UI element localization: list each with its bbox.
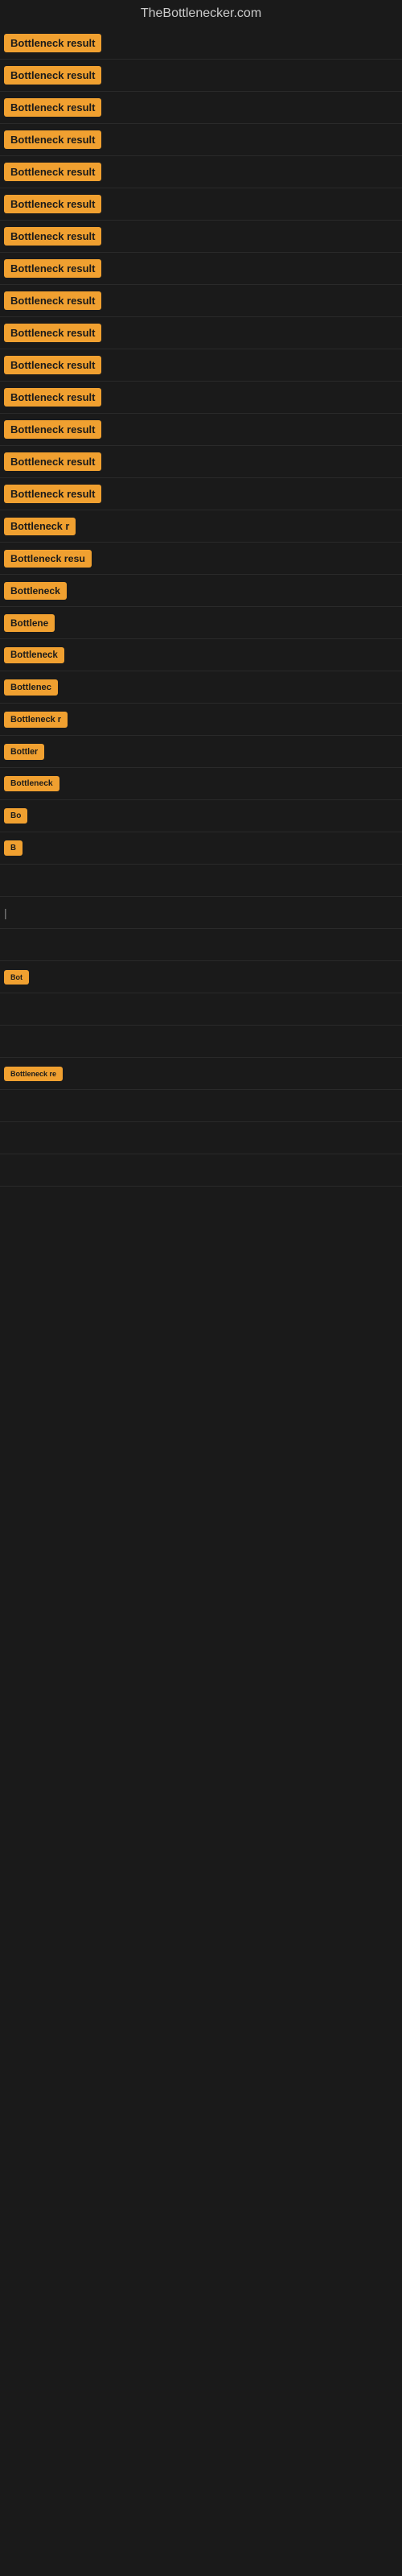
bottleneck-badge-33[interactable]: Bottleneck re (4, 1067, 63, 1081)
bottleneck-row-25: Bo (0, 800, 402, 832)
bottleneck-badge-22[interactable]: Bottleneck r (4, 712, 68, 728)
bottleneck-row-34 (0, 1090, 402, 1122)
bottleneck-row-21: Bottlenec (0, 671, 402, 704)
bottleneck-badge-25[interactable]: Bo (4, 808, 27, 824)
bottleneck-badge-21[interactable]: Bottlenec (4, 679, 58, 696)
bottleneck-row-7: Bottleneck result (0, 221, 402, 253)
bottleneck-row-10: Bottleneck result (0, 317, 402, 349)
bottleneck-row-2: Bottleneck result (0, 60, 402, 92)
bottleneck-badge-1[interactable]: Bottleneck result (4, 34, 101, 52)
bottleneck-badge-11[interactable]: Bottleneck result (4, 356, 101, 374)
bottleneck-badge-10[interactable]: Bottleneck result (4, 324, 101, 342)
bottleneck-badge-12[interactable]: Bottleneck result (4, 388, 101, 407)
bottleneck-row-23: Bottler (0, 736, 402, 768)
bottleneck-row-14: Bottleneck result (0, 446, 402, 478)
bottleneck-badge-16[interactable]: Bottleneck r (4, 518, 76, 535)
bottleneck-badge-6[interactable]: Bottleneck result (4, 195, 101, 213)
bottleneck-badge-7[interactable]: Bottleneck result (4, 227, 101, 246)
bottleneck-row-6: Bottleneck result (0, 188, 402, 221)
bottleneck-row-26: B (0, 832, 402, 865)
bottleneck-row-9: Bottleneck result (0, 285, 402, 317)
bottleneck-badge-8[interactable]: Bottleneck result (4, 259, 101, 278)
bottleneck-badge-24[interactable]: Bottleneck (4, 776, 59, 791)
bottleneck-badge-15[interactable]: Bottleneck result (4, 485, 101, 503)
bottleneck-row-31 (0, 993, 402, 1026)
bottleneck-row-5: Bottleneck result (0, 156, 402, 188)
bottleneck-row-4: Bottleneck result (0, 124, 402, 156)
bottleneck-badge-2[interactable]: Bottleneck result (4, 66, 101, 85)
bottleneck-badge-17[interactable]: Bottleneck resu (4, 550, 92, 568)
bottleneck-row-35 (0, 1122, 402, 1154)
bottleneck-badge-30[interactable]: Bot (4, 970, 29, 985)
bottleneck-badge-5[interactable]: Bottleneck result (4, 163, 101, 181)
bottleneck-row-30: Bot (0, 961, 402, 993)
bottleneck-row-13: Bottleneck result (0, 414, 402, 446)
bottleneck-row-27 (0, 865, 402, 897)
bottleneck-row-3: Bottleneck result (0, 92, 402, 124)
bottleneck-badge-4[interactable]: Bottleneck result (4, 130, 101, 149)
bottleneck-badge-20[interactable]: Bottleneck (4, 647, 64, 663)
bottleneck-row-17: Bottleneck resu (0, 543, 402, 575)
bottleneck-badge-13[interactable]: Bottleneck result (4, 420, 101, 439)
bottleneck-row-11: Bottleneck result (0, 349, 402, 382)
bottleneck-badge-18[interactable]: Bottleneck (4, 582, 67, 600)
bottleneck-badge-26[interactable]: B (4, 840, 23, 856)
bottleneck-row-32 (0, 1026, 402, 1058)
bottleneck-row-29 (0, 929, 402, 961)
bottleneck-badge-19[interactable]: Bottlene (4, 614, 55, 632)
bottleneck-row-19: Bottlene (0, 607, 402, 639)
bottleneck-row-20: Bottleneck (0, 639, 402, 671)
bottleneck-row-8: Bottleneck result (0, 253, 402, 285)
bottleneck-row-18: Bottleneck (0, 575, 402, 607)
bottleneck-row-15: Bottleneck result (0, 478, 402, 510)
bottleneck-badge-9[interactable]: Bottleneck result (4, 291, 101, 310)
site-title: TheBottlenecker.com (0, 0, 402, 27)
bottleneck-badge-23[interactable]: Bottler (4, 744, 44, 760)
bottleneck-row-36 (0, 1154, 402, 1187)
bottleneck-row-22: Bottleneck r (0, 704, 402, 736)
bottleneck-row-28: | (0, 897, 402, 929)
bottleneck-row-33: Bottleneck re (0, 1058, 402, 1090)
bottleneck-badge-3[interactable]: Bottleneck result (4, 98, 101, 117)
bottleneck-row-12: Bottleneck result (0, 382, 402, 414)
bottleneck-row-24: Bottleneck (0, 768, 402, 800)
bottleneck-row-1: Bottleneck result (0, 27, 402, 60)
bottleneck-row-16: Bottleneck r (0, 510, 402, 543)
bottleneck-badge-14[interactable]: Bottleneck result (4, 452, 101, 471)
